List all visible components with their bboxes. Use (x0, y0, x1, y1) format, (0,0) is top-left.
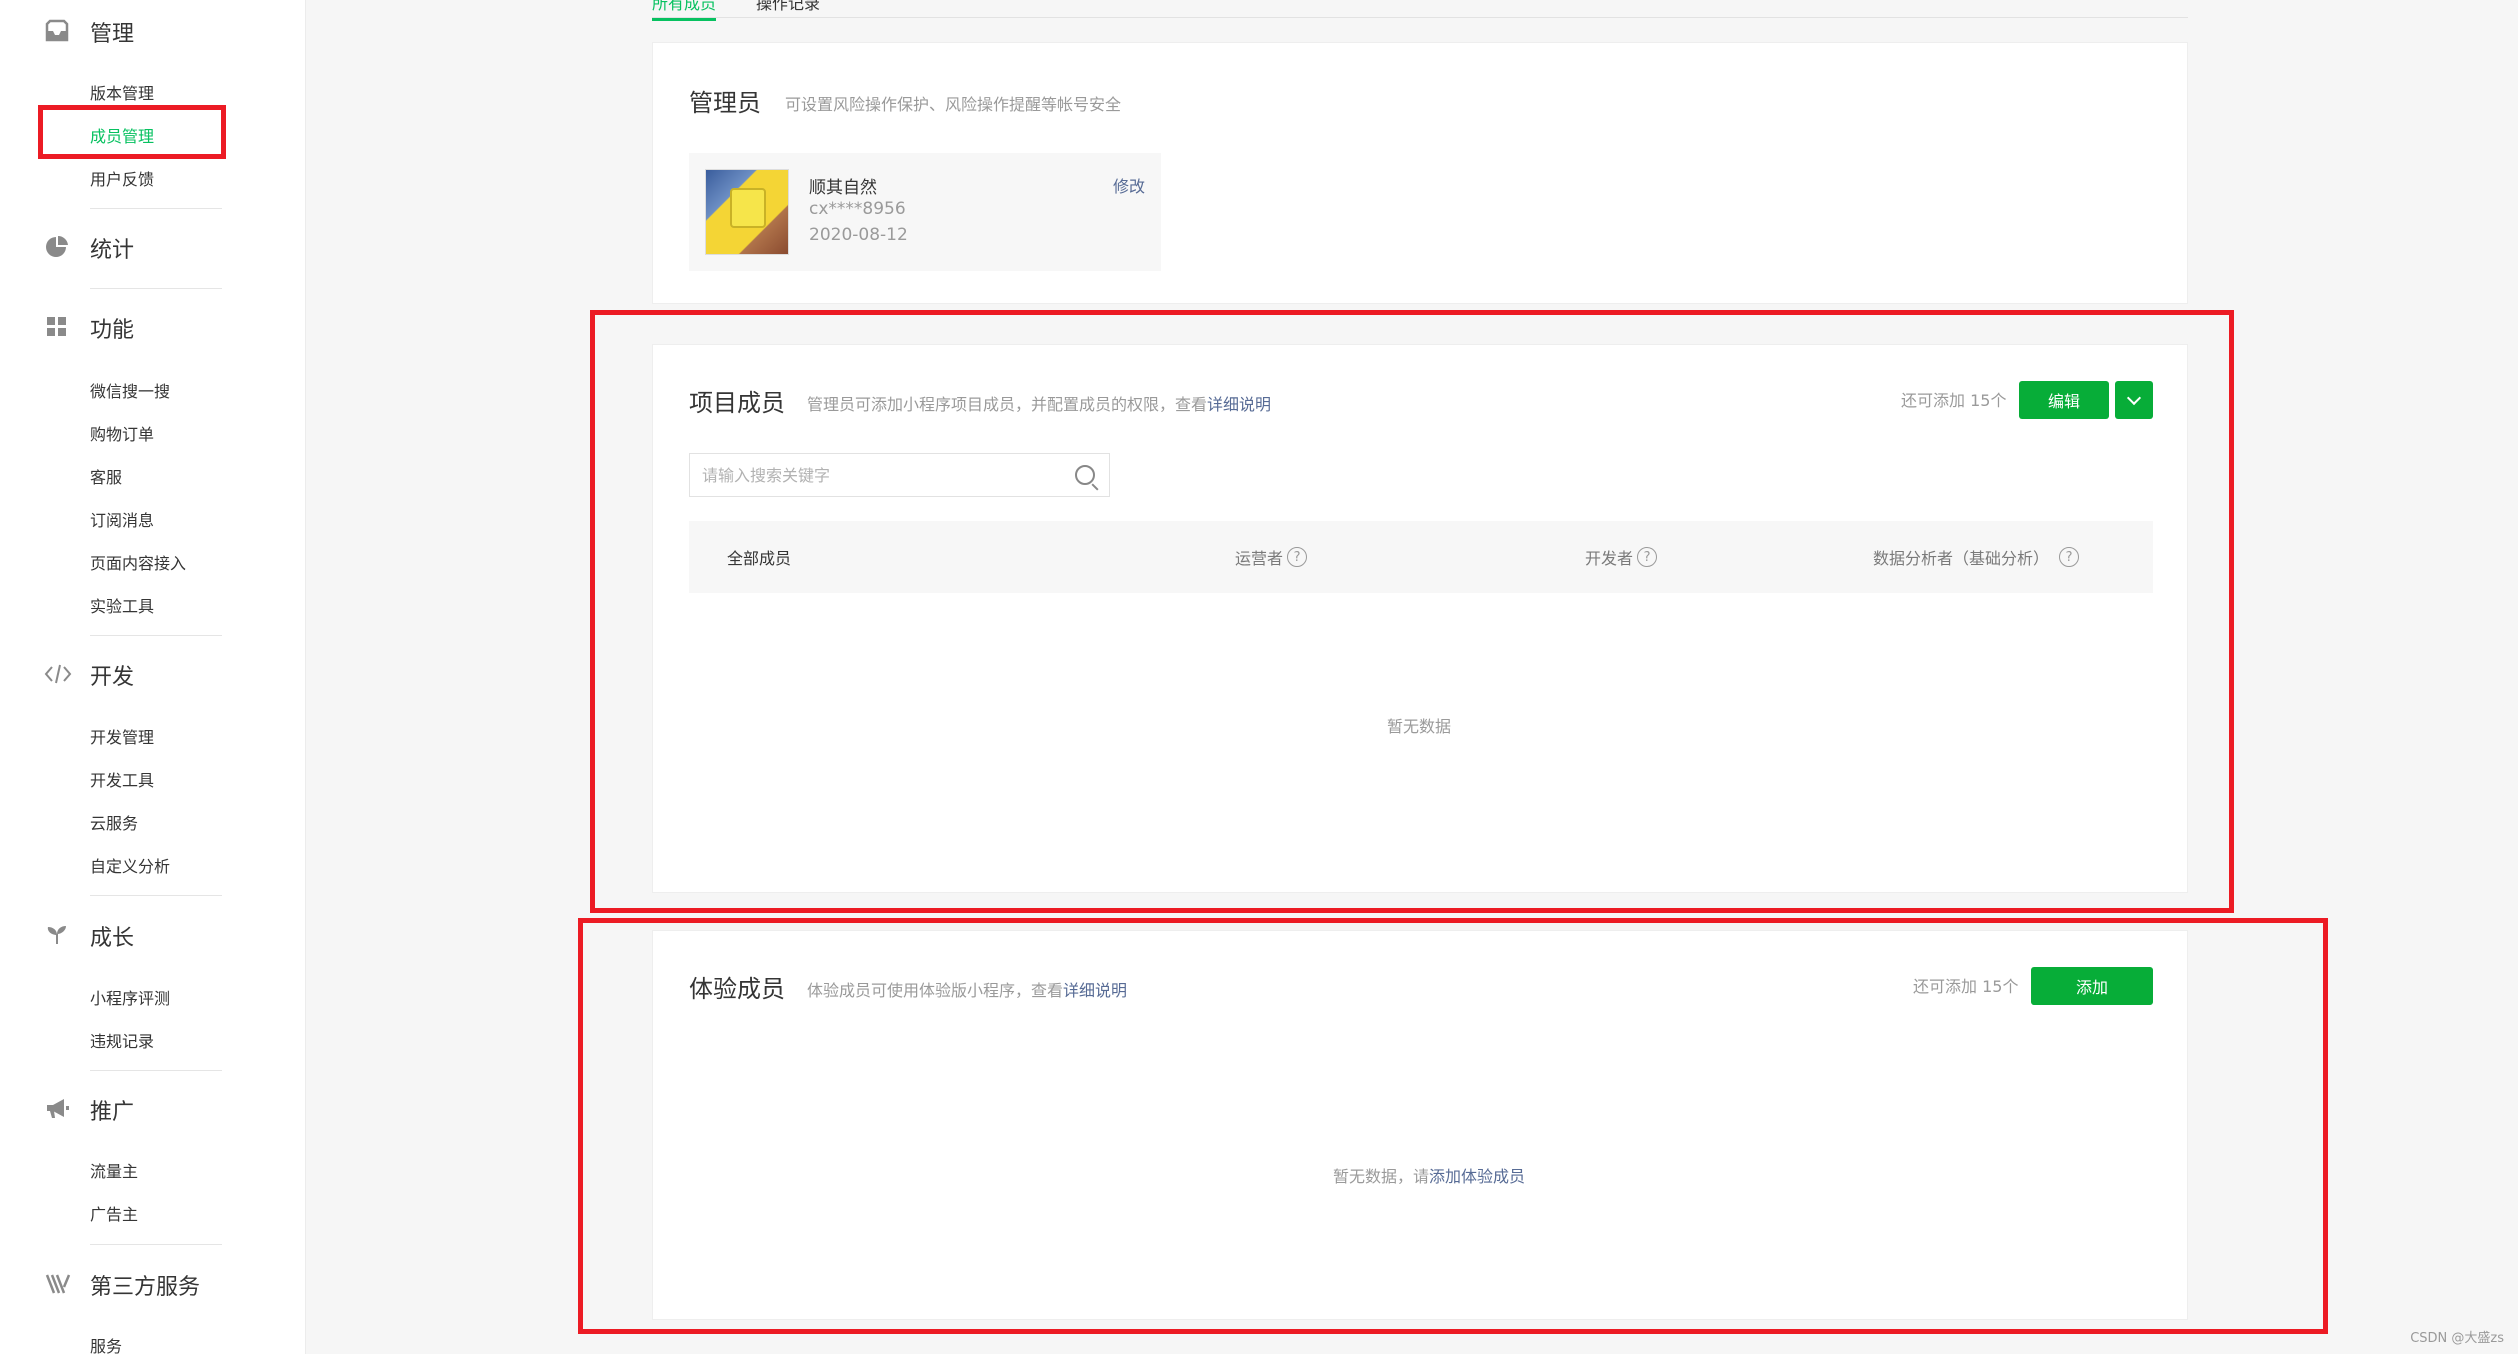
sidebar-item-experiment[interactable]: 实验工具 (90, 593, 154, 617)
sprout-icon (44, 922, 72, 950)
chevron-down-icon[interactable] (2115, 381, 2153, 419)
column-label: 开发者 (1585, 549, 1634, 568)
experience-card-desc-text: 体验成员可使用体验版小程序，查看 (807, 981, 1064, 1000)
search-icon[interactable] (1075, 465, 1095, 485)
experience-card-title: 体验成员 (689, 975, 785, 1003)
sidebar-group-title: 统计 (90, 238, 135, 263)
code-icon (44, 661, 72, 689)
admin-info: 顺其自然 cx****8956 2020-08-12 修改 (689, 153, 1161, 271)
sidebar-divider (90, 1070, 222, 1071)
sidebar-item-violations[interactable]: 违规记录 (90, 1028, 154, 1052)
sidebar-item-customer-service[interactable]: 客服 (90, 464, 122, 488)
sidebar-item-dev-manage[interactable]: 开发管理 (90, 724, 154, 748)
sidebar-group-title: 推广 (90, 1100, 135, 1125)
sidebar-item-advertiser[interactable]: 广告主 (90, 1201, 138, 1225)
sidebar-divider (90, 208, 222, 209)
help-icon[interactable]: ? (1287, 547, 1308, 567)
sidebar-group-growth[interactable]: 成长 (44, 918, 134, 954)
inbox-icon (44, 18, 72, 46)
admin-card-title: 管理员 (689, 89, 761, 117)
sidebar-item-wechat-search[interactable]: 微信搜一搜 (90, 378, 170, 402)
help-icon[interactable]: ? (2059, 547, 2080, 567)
project-detail-link[interactable]: 详细说明 (1207, 395, 1271, 414)
sidebar-item-dev-tools[interactable]: 开发工具 (90, 767, 154, 791)
sidebar-divider (90, 1244, 222, 1245)
project-card-desc-text: 管理员可添加小程序项目成员，并配置成员的权限，查看 (807, 395, 1208, 414)
column-data-analyst: 数据分析者（基础分析）? (1873, 545, 2080, 569)
sidebar-item-page-content[interactable]: 页面内容接入 (90, 550, 186, 574)
help-icon[interactable]: ? (1637, 547, 1658, 567)
members-table-header: 全部成员 运营者? 开发者? 数据分析者（基础分析）? (689, 521, 2153, 593)
project-card-title: 项目成员 (689, 389, 785, 417)
sidebar-divider (90, 288, 222, 289)
sidebar-group-promotion[interactable]: 推广 (44, 1092, 134, 1128)
project-empty-text: 暂无数据 (1387, 717, 1452, 736)
sidebar-group-title: 成长 (90, 926, 135, 951)
admin-card-desc: 可设置风险操作保护、风险操作提醒等帐号安全 (785, 95, 1122, 114)
experience-detail-link[interactable]: 详细说明 (1063, 981, 1127, 1000)
pie-chart-icon (44, 234, 72, 262)
sidebar-group-title: 管理 (90, 22, 135, 47)
sidebar-group-features[interactable]: 功能 (44, 310, 134, 346)
megaphone-icon (44, 1096, 72, 1124)
sidebar-item-feedback[interactable]: 用户反馈 (90, 166, 154, 190)
tab-operation-log[interactable]: 操作记录 (756, 0, 820, 14)
experience-empty: 暂无数据，请添加体验成员 (1333, 1163, 1525, 1187)
watermark: CSDN @大盛zs (2410, 1331, 2504, 1346)
sidebar-group-title: 功能 (90, 318, 135, 343)
admin-name: 顺其自然 (809, 178, 877, 198)
add-experience-member-link[interactable]: 添加体验成员 (1429, 1167, 1525, 1186)
search-field[interactable] (689, 453, 1110, 497)
column-label: 数据分析者（基础分析） (1873, 549, 2050, 568)
column-all-members[interactable]: 全部成员 (727, 545, 791, 569)
experience-quota: 还可添加 15个 (1913, 977, 2019, 996)
experience-card-desc: 体验成员可使用体验版小程序，查看详细说明 (807, 977, 1127, 1001)
sidebar-item-traffic-owner[interactable]: 流量主 (90, 1158, 138, 1182)
project-members-card: 项目成员 管理员可添加小程序项目成员，并配置成员的权限，查看详细说明 还可添加 … (652, 344, 2188, 893)
project-card-desc: 管理员可添加小程序项目成员，并配置成员的权限，查看详细说明 (807, 391, 1271, 415)
column-label: 运营者 (1235, 549, 1284, 568)
sidebar-group-title: 开发 (90, 665, 135, 690)
column-operator: 运营者? (1235, 545, 1308, 569)
sidebar: 管理 版本管理 成员管理 用户反馈 统计 功能 微信搜一搜 购物订单 客服 订阅… (0, 0, 306, 1354)
sidebar-group-manage[interactable]: 管理 (44, 14, 134, 50)
admin-id: cx****8956 (809, 199, 906, 219)
tab-bar: 所有成员 操作记录 (652, 0, 2188, 21)
sidebar-item-version[interactable]: 版本管理 (90, 80, 154, 104)
sidebar-group-title: 第三方服务 (90, 1275, 201, 1300)
third-party-icon (44, 1271, 72, 1299)
edit-button[interactable]: 编辑 (2019, 381, 2109, 419)
sidebar-group-stats[interactable]: 统计 (44, 230, 134, 266)
grid-icon (44, 314, 72, 342)
sidebar-divider (90, 895, 222, 896)
column-label: 全部成员 (727, 549, 792, 568)
experience-empty-text: 暂无数据，请 (1333, 1167, 1430, 1186)
sidebar-item-service[interactable]: 服务 (90, 1333, 122, 1354)
sidebar-item-members[interactable]: 成员管理 (90, 123, 154, 147)
experience-members-card: 体验成员 体验成员可使用体验版小程序，查看详细说明 还可添加 15个 添加 暂无… (652, 930, 2188, 1320)
tab-all-members[interactable]: 所有成员 (652, 0, 717, 21)
sidebar-item-evaluation[interactable]: 小程序评测 (90, 985, 170, 1009)
avatar (705, 169, 789, 255)
sidebar-divider (90, 635, 222, 636)
sidebar-group-develop[interactable]: 开发 (44, 657, 134, 693)
admin-date: 2020-08-12 (809, 225, 908, 245)
add-button[interactable]: 添加 (2031, 967, 2153, 1005)
sidebar-item-subscribe-msg[interactable]: 订阅消息 (90, 507, 154, 531)
project-quota: 还可添加 15个 (1901, 391, 2007, 410)
sidebar-item-cloud[interactable]: 云服务 (90, 810, 138, 834)
admin-edit-link[interactable]: 修改 (1113, 173, 1145, 197)
admin-card: 管理员 可设置风险操作保护、风险操作提醒等帐号安全 顺其自然 cx****895… (652, 42, 2188, 304)
column-developer: 开发者? (1585, 545, 1658, 569)
search-input[interactable] (690, 454, 1060, 496)
sidebar-item-orders[interactable]: 购物订单 (90, 421, 154, 445)
sidebar-group-third-party[interactable]: 第三方服务 (44, 1267, 200, 1303)
sidebar-item-custom-analysis[interactable]: 自定义分析 (90, 853, 170, 877)
